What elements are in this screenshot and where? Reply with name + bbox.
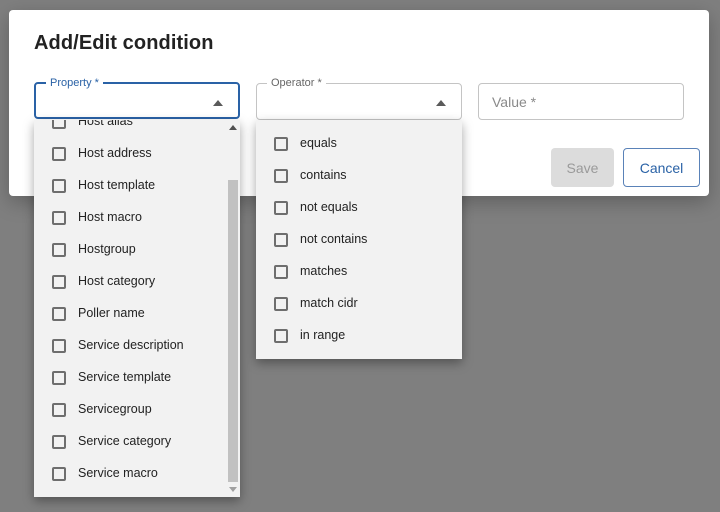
scroll-thumb[interactable] bbox=[228, 180, 238, 482]
list-item[interactable]: not contains bbox=[256, 224, 462, 256]
option-label: Service description bbox=[78, 338, 184, 352]
operator-select[interactable]: Operator * bbox=[256, 76, 462, 120]
checkbox[interactable] bbox=[274, 169, 288, 183]
value-field[interactable]: Value * bbox=[478, 83, 684, 120]
option-label: Host macro bbox=[78, 210, 142, 224]
option-label: not contains bbox=[300, 232, 368, 246]
checkbox[interactable] bbox=[52, 467, 66, 481]
checkbox[interactable] bbox=[52, 307, 66, 321]
list-item[interactable]: Service template bbox=[34, 362, 240, 394]
property-select[interactable]: Property * bbox=[34, 76, 240, 119]
checkbox[interactable] bbox=[52, 147, 66, 161]
option-label: matches bbox=[300, 264, 348, 278]
list-item[interactable]: contains bbox=[256, 160, 462, 192]
option-label: Hostgroup bbox=[78, 242, 136, 256]
list-item[interactable]: Poller name bbox=[34, 298, 240, 330]
cancel-button[interactable]: Cancel bbox=[623, 148, 700, 187]
value-placeholder: Value * bbox=[492, 94, 537, 110]
checkbox[interactable] bbox=[52, 179, 66, 193]
list-item[interactable]: Host category bbox=[34, 266, 240, 298]
checkbox[interactable] bbox=[274, 201, 288, 215]
caret-up-icon[interactable] bbox=[213, 100, 223, 106]
dialog-title: Add/Edit condition bbox=[34, 32, 214, 54]
list-item[interactable]: Host address bbox=[34, 138, 240, 170]
list-item[interactable]: Service category bbox=[34, 426, 240, 458]
option-label: Service macro bbox=[78, 466, 158, 480]
checkbox[interactable] bbox=[274, 297, 288, 311]
list-item[interactable]: in range bbox=[256, 320, 462, 352]
checkbox[interactable] bbox=[52, 403, 66, 417]
checkbox[interactable] bbox=[52, 120, 66, 129]
list-item[interactable]: Host macro bbox=[34, 202, 240, 234]
operator-label: Operator * bbox=[267, 76, 326, 90]
option-label: Poller name bbox=[78, 306, 145, 320]
option-label: Service template bbox=[78, 370, 172, 384]
list-item[interactable]: Servicegroup bbox=[34, 394, 240, 426]
checkbox[interactable] bbox=[52, 243, 66, 257]
option-label: Host alias bbox=[78, 120, 133, 128]
option-label: in range bbox=[300, 328, 346, 342]
checkbox[interactable] bbox=[274, 329, 288, 343]
property-dropdown-list[interactable]: Service macro Service category Servicegrou… bbox=[34, 120, 240, 497]
save-button[interactable]: Save bbox=[551, 148, 614, 187]
option-label: Servicegroup bbox=[78, 402, 152, 416]
option-label: Host category bbox=[78, 274, 156, 288]
list-item[interactable]: Host alias bbox=[34, 120, 240, 138]
caret-up-icon[interactable] bbox=[436, 100, 446, 106]
checkbox[interactable] bbox=[52, 275, 66, 289]
checkbox[interactable] bbox=[52, 211, 66, 225]
scroll-down-arrow-icon[interactable] bbox=[229, 487, 237, 492]
checkbox[interactable] bbox=[52, 435, 66, 449]
list-item[interactable]: not equals bbox=[256, 192, 462, 224]
option-label: not equals bbox=[300, 200, 358, 214]
operator-dropdown-list[interactable]: in range match cidr matches not contains not… bbox=[256, 120, 462, 359]
list-item[interactable]: Host template bbox=[34, 170, 240, 202]
checkbox[interactable] bbox=[274, 265, 288, 279]
scroll-up-arrow-icon[interactable] bbox=[229, 125, 237, 130]
list-item[interactable]: Hostgroup bbox=[34, 234, 240, 266]
option-label: equals bbox=[300, 136, 337, 150]
list-item[interactable]: equals bbox=[256, 128, 462, 160]
option-label: Service category bbox=[78, 434, 172, 448]
property-label: Property * bbox=[46, 76, 103, 90]
option-label: contains bbox=[300, 168, 347, 182]
option-label: Host template bbox=[78, 178, 156, 192]
checkbox[interactable] bbox=[52, 371, 66, 385]
list-item[interactable]: match cidr bbox=[256, 288, 462, 320]
property-scrollbar[interactable] bbox=[226, 120, 240, 497]
checkbox[interactable] bbox=[52, 339, 66, 353]
list-item[interactable]: Service macro bbox=[34, 458, 240, 490]
list-item[interactable]: Service description bbox=[34, 330, 240, 362]
option-label: Host address bbox=[78, 146, 152, 160]
list-item[interactable]: matches bbox=[256, 256, 462, 288]
checkbox[interactable] bbox=[274, 137, 288, 151]
option-label: match cidr bbox=[300, 296, 358, 310]
checkbox[interactable] bbox=[274, 233, 288, 247]
